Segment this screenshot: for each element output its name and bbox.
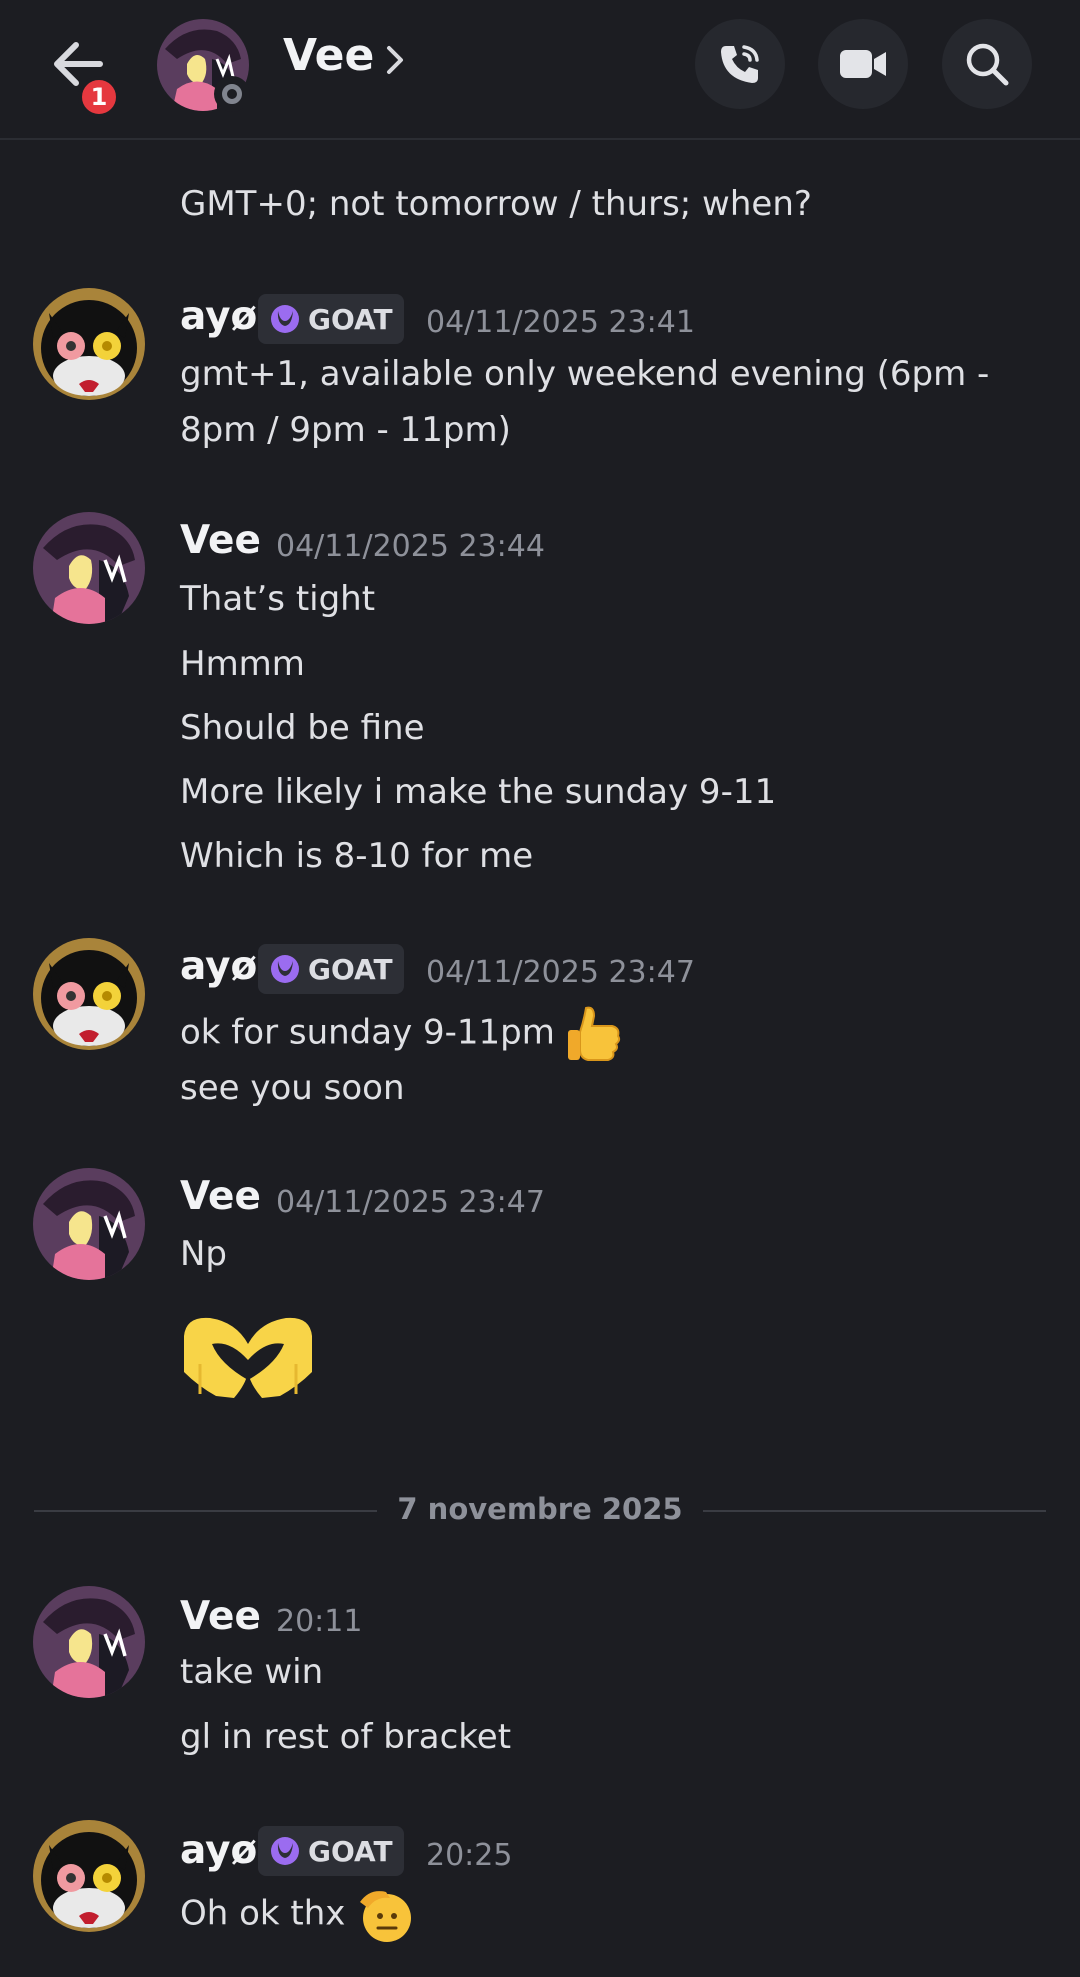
role-tag: GOAT [258,944,404,994]
message-author[interactable]: Vee [180,518,261,563]
message-text: gl in rest of bracket [180,1717,512,1757]
message-text: take win [180,1652,324,1692]
message-timestamp: 04/11/2025 23:44 [276,529,545,564]
role-tag: GOAT [258,1826,404,1876]
role-tag-label: GOAT [308,952,393,986]
role-tag: GOAT [258,294,404,344]
avatar[interactable] [33,1168,145,1280]
message-text: More likely i make the sunday 9-11 [180,772,777,812]
phone-icon [721,45,759,83]
message-text: Which is 8-10 for me [180,836,534,876]
message-author[interactable]: ayø [180,1828,257,1873]
moon-icon [271,1837,299,1865]
message-timestamp: 04/11/2025 23:47 [276,1185,545,1220]
message-timestamp: 04/11/2025 23:47 [426,955,695,990]
message-timestamp: 04/11/2025 23:41 [426,305,695,340]
unread-badge: 1 [78,76,120,118]
video-camera-icon [840,50,886,78]
chevron-right-icon[interactable] [384,44,406,76]
avatar[interactable] [33,938,145,1050]
message-author[interactable]: ayø [180,944,257,989]
message-author[interactable]: Vee [180,1174,261,1219]
message-text: 8pm / 9pm - 11pm) [180,410,511,450]
message-timestamp: 20:25 [426,1838,513,1873]
message-author[interactable]: Vee [180,1594,261,1639]
message-author[interactable]: ayø [180,294,257,339]
avatar[interactable] [33,512,145,624]
status-indicator [214,76,250,112]
avatar[interactable] [33,1586,145,1698]
moon-icon [271,305,299,333]
heart-hands-emoji[interactable] [180,1314,316,1400]
message-text: Oh ok thx [180,1886,414,1944]
moon-icon [271,955,299,983]
message-timestamp: 20:11 [276,1604,363,1639]
message-text: gmt+1, available only weekend evening (6… [180,354,990,394]
role-tag-label: GOAT [308,302,393,336]
video-call-button[interactable] [818,19,908,109]
message-text: Should be fine [180,708,425,748]
search-icon [966,43,1009,86]
role-tag-label: GOAT [308,1834,393,1868]
avatar[interactable] [33,288,145,400]
contact-name[interactable]: Vee [283,30,374,81]
saluting-face-emoji [360,1891,412,1942]
message-text: ok for sunday 9-11pm [180,1004,622,1064]
date-divider: 7 novembre 2025 [0,1492,1080,1526]
date-divider-label: 7 novembre 2025 [377,1492,703,1526]
thumbs-up-emoji [567,1006,620,1061]
message-text-content: Oh ok thx [180,1893,346,1934]
avatar[interactable] [33,1820,145,1932]
voice-call-button[interactable] [695,19,785,109]
search-button[interactable] [942,19,1032,109]
message-text-content: ok for sunday 9-11pm [180,1012,555,1053]
message-text: Hmmm [180,644,305,684]
chat-header: 1 Vee [0,0,1080,140]
message-text: Np [180,1234,228,1274]
message-text: see you soon [180,1068,405,1108]
message-text: GMT+0; not tomorrow / thurs; when? [180,184,812,224]
message-text: That’s tight [180,579,376,619]
